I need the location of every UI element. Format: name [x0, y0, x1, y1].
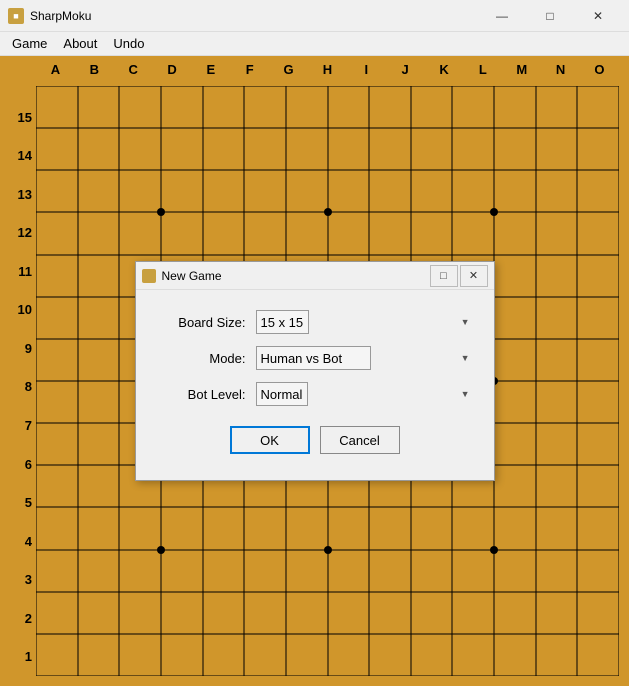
dialog-body: Board Size: 9 x 913 x 1315 x 1519 x 19 M… — [136, 290, 494, 470]
dialog-overlay: New Game □ ✕ Board Size: 9 x 913 x 1315 … — [0, 56, 629, 686]
dialog-title: New Game — [162, 269, 428, 283]
mode-row: Mode: Human vs HumanHuman vs BotBot vs B… — [156, 346, 474, 370]
minimize-button[interactable]: — — [479, 2, 525, 30]
board-size-label: Board Size: — [156, 315, 246, 330]
board-size-select[interactable]: 9 x 913 x 1315 x 1519 x 19 — [256, 310, 309, 334]
new-game-dialog: New Game □ ✕ Board Size: 9 x 913 x 1315 … — [135, 261, 495, 481]
dialog-icon — [142, 269, 156, 283]
bot-level-select[interactable]: EasyNormalHard — [256, 382, 308, 406]
app-title: SharpMoku — [30, 9, 479, 23]
bot-level-select-wrapper: EasyNormalHard — [256, 382, 474, 406]
bot-level-row: Bot Level: EasyNormalHard — [156, 382, 474, 406]
bot-level-label: Bot Level: — [156, 387, 246, 402]
dialog-close-button[interactable]: ✕ — [460, 265, 488, 287]
window-controls: — □ ✕ — [479, 2, 621, 30]
app-icon: ■ — [8, 8, 24, 24]
maximize-button[interactable]: □ — [527, 2, 573, 30]
board-area: ABCDEFGHIJKLMNO 151413121110987654321 Ne… — [0, 56, 629, 686]
menu-about[interactable]: About — [55, 34, 105, 53]
board-size-row: Board Size: 9 x 913 x 1315 x 1519 x 19 — [156, 310, 474, 334]
mode-label: Mode: — [156, 351, 246, 366]
dialog-maximize-button[interactable]: □ — [430, 265, 458, 287]
mode-select-wrapper: Human vs HumanHuman vs BotBot vs Bot — [256, 346, 474, 370]
menu-bar: Game About Undo — [0, 32, 629, 56]
mode-select[interactable]: Human vs HumanHuman vs BotBot vs Bot — [256, 346, 371, 370]
menu-game[interactable]: Game — [4, 34, 55, 53]
ok-button[interactable]: OK — [230, 426, 310, 454]
board-size-select-wrapper: 9 x 913 x 1315 x 1519 x 19 — [256, 310, 474, 334]
title-bar: ■ SharpMoku — □ ✕ — [0, 0, 629, 32]
dialog-titlebar: New Game □ ✕ — [136, 262, 494, 290]
menu-undo[interactable]: Undo — [105, 34, 152, 53]
cancel-button[interactable]: Cancel — [320, 426, 400, 454]
close-button[interactable]: ✕ — [575, 2, 621, 30]
dialog-buttons: OK Cancel — [156, 422, 474, 454]
